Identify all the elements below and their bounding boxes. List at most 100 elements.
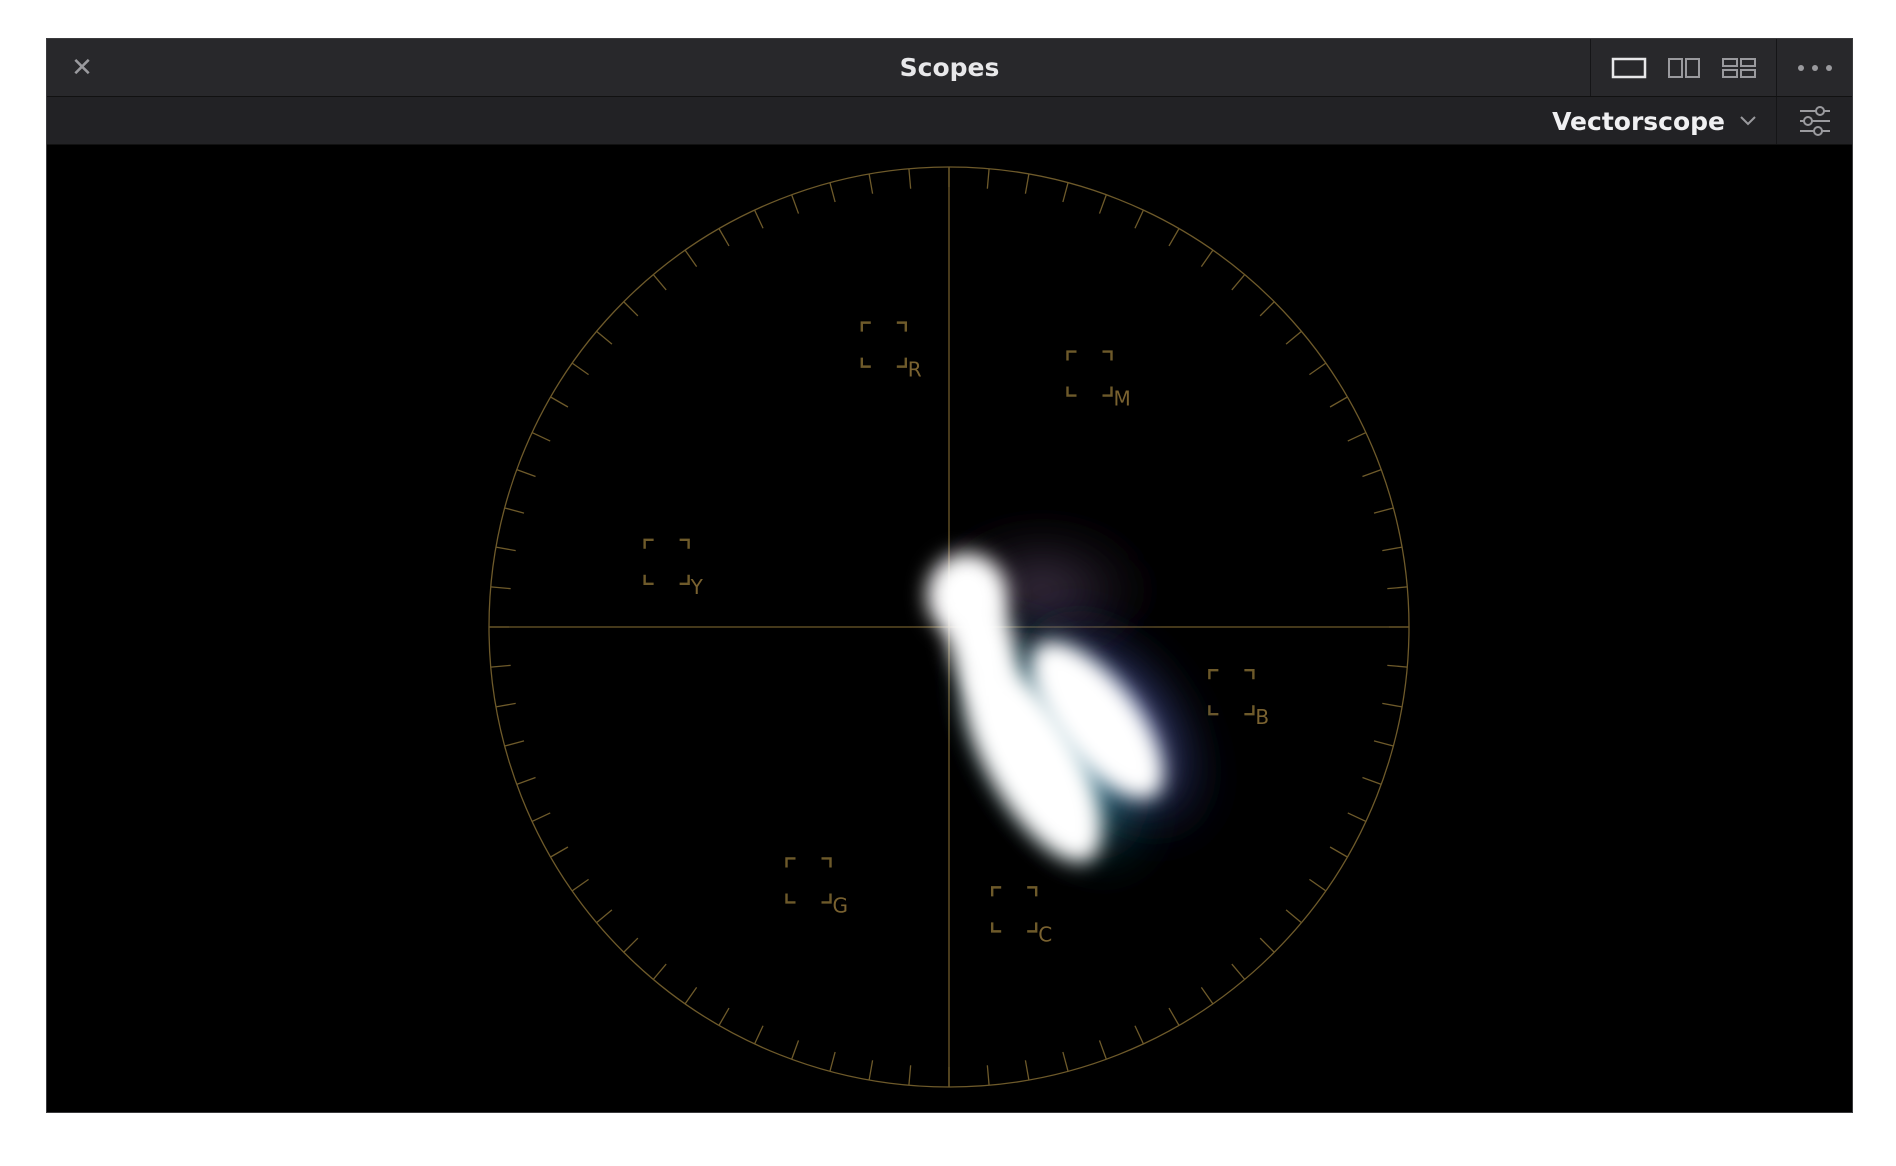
graticule-tick [1168,1007,1180,1026]
scope-type-label: Vectorscope [1552,106,1725,136]
graticule-tick [829,182,836,203]
graticule-tick [1373,740,1394,747]
graticule-tick [868,1060,874,1081]
graticule-tick [1329,846,1348,858]
graticule-tick [516,469,536,478]
close-icon[interactable]: ✕ [65,51,99,85]
graticule-tick [829,1051,836,1072]
target-label: Y [690,575,704,599]
graticule-tick [986,1065,990,1086]
target-bracket [785,893,796,904]
graticule-tick [1285,909,1302,924]
graticule-tick [516,776,536,785]
graticule-tick [791,194,800,214]
graticule-tick [550,396,569,408]
graticule-tick [908,168,912,189]
dual-view-icon[interactable] [1664,53,1704,83]
target-bracket [1208,668,1219,680]
title-bar: ✕ Scopes [47,39,1852,97]
target-bracket [1208,705,1219,716]
graticule-tick [1382,702,1403,708]
graticule-tick [1259,937,1275,953]
graticule-tick [1259,301,1275,317]
target-m: M [1066,350,1131,411]
graticule-tick [1382,546,1403,552]
graticule-tick [1231,274,1246,291]
graticule-tick [1285,330,1302,345]
more-options-icon[interactable] [1776,39,1852,96]
scope-toolbar: Vectorscope [47,97,1852,145]
graticule-tick [504,507,525,514]
target-bracket [1102,386,1113,397]
graticule-tick [1134,1025,1144,1045]
target-bracket [896,321,908,332]
target-bracket [821,857,832,868]
target-label: B [1255,705,1269,729]
graticule-tick [490,664,511,668]
graticule-tick [495,546,516,552]
quad-view-icon[interactable] [1719,53,1759,83]
target-bracket [1027,922,1038,933]
scope-type-dropdown[interactable]: Vectorscope [1552,97,1757,145]
graticule-tick [1024,173,1030,194]
graticule-tick [1309,878,1327,892]
graticule-tick [1062,182,1069,203]
graticule-tick [1362,469,1382,478]
graticule-tick [718,228,730,247]
graticule-tick [1098,1040,1107,1060]
target-label: M [1113,387,1130,411]
vectorscope-trace [922,520,1219,878]
chevron-down-icon [1739,112,1757,131]
target-bracket [990,922,1002,933]
graticule-tick [571,878,589,892]
graticule-tick [1362,776,1382,785]
graticule-tick [623,937,639,953]
target-bracket [860,357,871,368]
graticule-tick [1329,396,1348,408]
layout-toggle-group [1590,39,1777,96]
graticule-tick [754,209,764,229]
graticule-tick [1347,812,1367,822]
target-bracket [990,886,1002,897]
target-bracket [1244,705,1255,716]
target-bracket [1102,350,1113,361]
target-bracket [860,321,871,332]
target-bracket [896,357,908,368]
target-bracket [1027,886,1038,897]
target-label: R [908,358,922,382]
graticule-tick [1231,963,1246,980]
graticule-tick [791,1040,800,1060]
graticule-tick [684,249,698,267]
target-y: Y [643,538,704,599]
graticule-tick [596,909,613,924]
graticule-tick [986,168,990,189]
target-bracket [1244,668,1255,680]
target-label: G [833,893,849,917]
target-bracket [643,538,654,549]
settings-sliders-icon[interactable] [1776,97,1852,144]
graticule-tick [684,987,698,1005]
target-b: B [1208,668,1269,729]
graticule-tick [1024,1060,1030,1081]
graticule-tick [868,173,874,194]
graticule-tick [596,330,613,345]
vectorscope-display: R M B C G Y [47,145,1852,1112]
target-bracket [679,574,690,586]
graticule-tick [1387,586,1408,590]
graticule-tick [504,740,525,747]
graticule-tick [571,362,589,376]
graticule-tick [1347,432,1367,442]
graticule-tick [908,1065,912,1086]
graticule-tick [1309,362,1327,376]
graticule-tick [531,432,551,442]
graticule-tick [718,1007,730,1026]
graticule-tick [623,301,639,317]
target-bracket [643,574,654,586]
target-bracket [1066,386,1077,397]
graticule-tick [1098,194,1107,214]
single-view-icon[interactable] [1609,53,1649,83]
graticule-tick [531,812,551,822]
graticule-tick [1200,249,1214,267]
target-c: C [990,886,1052,946]
target-g: G [785,857,849,917]
